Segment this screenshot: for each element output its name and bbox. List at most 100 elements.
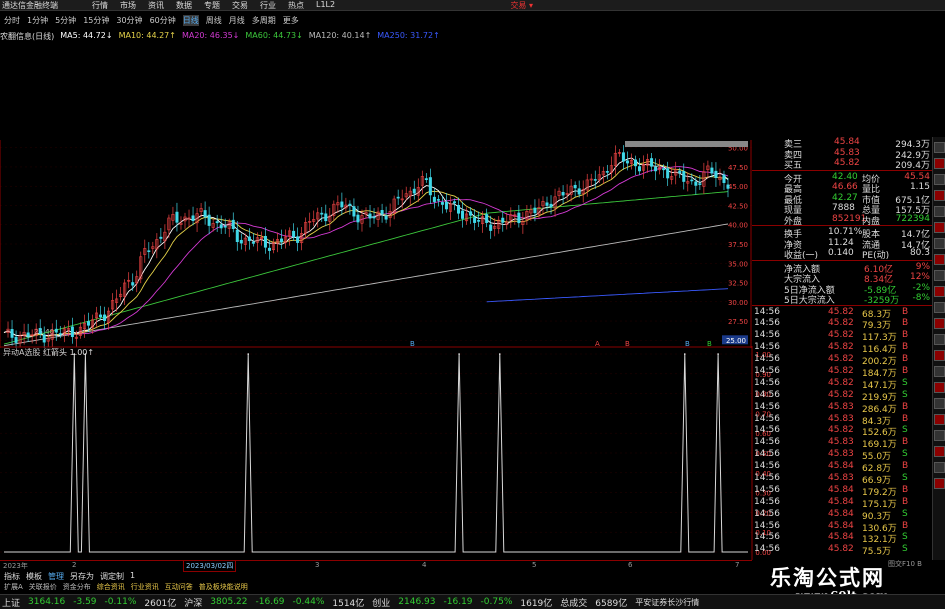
bear-candle	[726, 184, 730, 189]
stat-label: 外盘	[784, 216, 803, 227]
menu-item[interactable]: 行情	[92, 0, 108, 11]
bear-candle	[432, 196, 436, 202]
signal-spike	[684, 353, 686, 355]
menu-item[interactable]: 专题	[204, 0, 220, 11]
info-tab[interactable]: 扩展A	[4, 582, 23, 592]
tick-row: 14:56 45.82 68.3万 B	[752, 306, 932, 320]
toolbar-icon[interactable]	[934, 142, 945, 153]
toolbar-icon[interactable]	[934, 302, 945, 313]
stat-value: 80.3	[909, 248, 930, 258]
tick-time: 14:56	[754, 532, 780, 543]
tick-side: B	[902, 461, 909, 472]
bear-candle	[372, 216, 376, 219]
period-tab[interactable]: 周线	[206, 15, 222, 26]
period-tab[interactable]: 5分钟	[55, 15, 76, 26]
tick-side: B	[902, 342, 909, 353]
toolbar-icon[interactable]	[934, 270, 945, 281]
info-tab[interactable]: 资金分布	[63, 582, 91, 592]
toolbar-icon[interactable]	[934, 222, 945, 233]
menu-item[interactable]: 交易	[232, 0, 248, 11]
info-tab[interactable]: 行业资讯	[131, 582, 159, 592]
menu-item[interactable]: 热点	[288, 0, 304, 11]
tab-one[interactable]: 1	[130, 571, 135, 581]
toolbar-icon[interactable]	[934, 414, 945, 425]
toolbar-icon[interactable]	[934, 174, 945, 185]
menu-item[interactable]: 资讯	[148, 0, 164, 11]
bear-candle	[159, 236, 163, 239]
tick-time: 14:56	[754, 306, 780, 317]
tick-time: 14:56	[754, 544, 780, 555]
order-price: 45.84	[834, 137, 860, 147]
bear-candle	[517, 212, 521, 224]
tab-template[interactable]: 模板	[26, 571, 42, 581]
period-tab[interactable]: 更多	[283, 15, 299, 26]
tab-manage[interactable]: 管理	[48, 571, 64, 581]
bear-candle	[457, 204, 461, 214]
toolbar-icon[interactable]	[934, 446, 945, 457]
tab-customize[interactable]: 调定制	[100, 571, 124, 581]
menu-item[interactable]: 市场	[120, 0, 136, 11]
toolbar-icon[interactable]	[934, 430, 945, 441]
tab-save-as[interactable]: 另存为	[70, 571, 94, 581]
tick-price: 45.83	[828, 413, 854, 424]
tick-row: 14:56 45.82 117.3万 B	[752, 330, 932, 343]
order-volume: 209.4万	[895, 161, 930, 171]
tick-price: 45.84	[828, 532, 854, 543]
period-tab[interactable]: 分时	[4, 15, 20, 26]
period-tab-active[interactable]: 日线	[182, 15, 199, 26]
toolbar-icon[interactable]	[934, 462, 945, 473]
index-name[interactable]: 沪深	[184, 596, 202, 609]
index-name[interactable]: 上证	[2, 596, 20, 609]
tick-list[interactable]: 14:56 45.82 68.3万 B 14:56 45.82 79.3万 B 14:56 45.…	[752, 306, 932, 558]
toolbar-icon[interactable]	[934, 206, 945, 217]
index-volume: 1514亿	[332, 598, 365, 609]
period-tab[interactable]: 多周期	[252, 15, 276, 26]
toolbar-icon[interactable]	[934, 190, 945, 201]
stat-value: 46.66	[832, 182, 858, 192]
tick-time: 14:56	[754, 520, 780, 531]
info-tab[interactable]: 综合资讯	[97, 582, 125, 592]
period-tab[interactable]: 30分钟	[116, 15, 142, 26]
info-tab[interactable]: 普及板块能说明	[199, 582, 248, 592]
info-tab[interactable]: 关联报价	[29, 582, 57, 592]
bear-candle	[42, 334, 46, 343]
bear-candle	[473, 217, 477, 223]
tab-indicator[interactable]: 指标	[4, 571, 20, 581]
index-name[interactable]: 创业	[372, 596, 390, 609]
fund-stat-row: 净资 11.24 流通 14.7亿	[752, 238, 932, 251]
menu-item[interactable]: 行业	[260, 0, 276, 11]
tick-side: S	[902, 472, 908, 483]
bear-candle	[263, 235, 267, 248]
info-tab[interactable]: 互动问答	[165, 582, 193, 592]
toolbar-icon[interactable]	[934, 366, 945, 377]
bear-candle	[131, 282, 135, 286]
menu-item[interactable]: 数据	[176, 0, 192, 11]
menu-item[interactable]: L1L2	[316, 0, 335, 11]
tick-side: B	[902, 496, 909, 507]
bear-candle	[452, 201, 456, 204]
bear-candle	[223, 225, 227, 228]
toolbar-icon[interactable]	[934, 334, 945, 345]
trade-menu[interactable]: 交易 ▾	[510, 0, 533, 11]
indicator-chart[interactable]: 1.000.900.800.700.600.500.400.300.200.10…	[0, 346, 775, 560]
bear-candle	[549, 203, 553, 208]
toolbar-icon[interactable]	[934, 286, 945, 297]
indicator-title: 异动A选股	[3, 348, 41, 357]
toolbar-icon[interactable]	[934, 350, 945, 361]
toolbar-icon[interactable]	[934, 398, 945, 409]
period-tab[interactable]: 月线	[229, 15, 245, 26]
toolbar-icon[interactable]	[934, 238, 945, 249]
period-tab[interactable]: 60分钟	[150, 15, 176, 26]
order-book-row: 卖四 45.83 242.9万	[752, 148, 932, 161]
toolbar-icon[interactable]	[934, 382, 945, 393]
toolbar-icon[interactable]	[934, 318, 945, 329]
candlestick-chart[interactable]: 50.0047.5045.0042.5040.0037.5035.0032.50…	[0, 140, 752, 348]
price-tick-label: 40.00	[728, 222, 748, 230]
toolbar-icon[interactable]	[934, 254, 945, 265]
toolbar-icon[interactable]	[934, 158, 945, 169]
tick-price: 45.82	[828, 544, 854, 555]
period-tab[interactable]: 1分钟	[27, 15, 48, 26]
toolbar-icon[interactable]	[934, 478, 945, 489]
index-pct: -0.44%	[292, 597, 325, 607]
period-tab[interactable]: 15分钟	[83, 15, 109, 26]
